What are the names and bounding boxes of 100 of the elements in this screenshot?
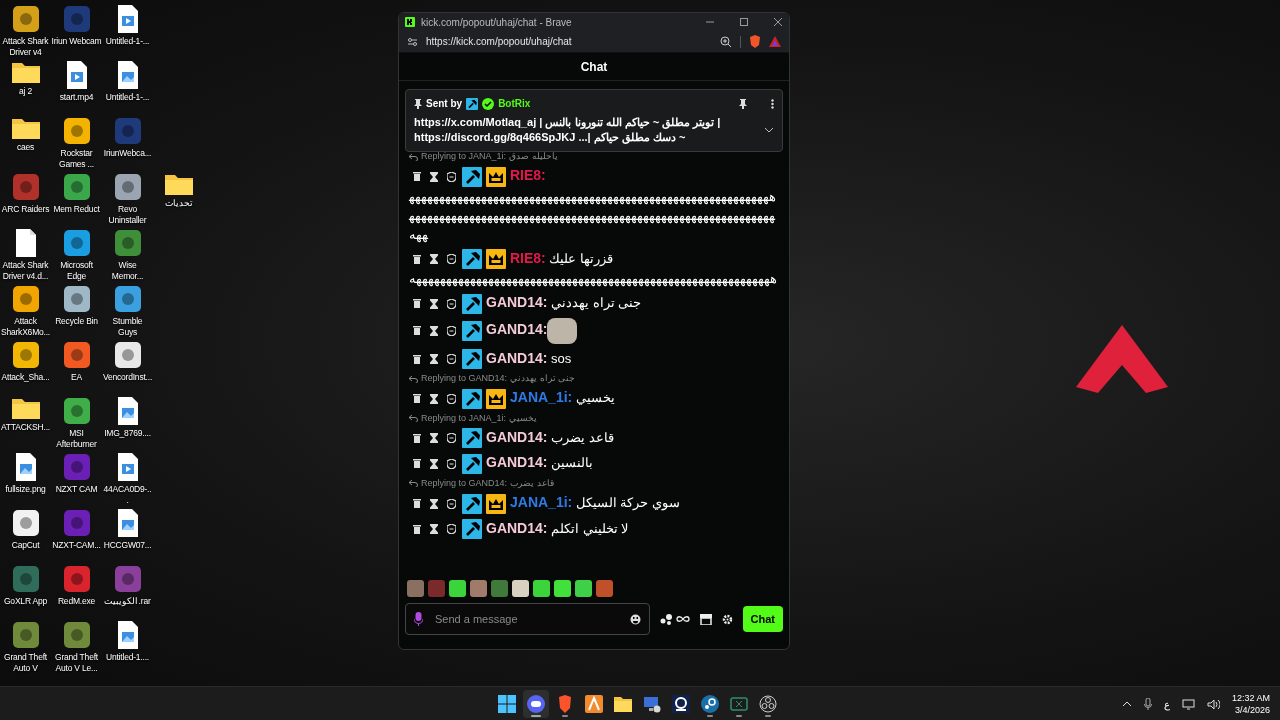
chevron-down-icon[interactable] <box>764 127 774 133</box>
app-icon[interactable] <box>63 118 90 144</box>
send-chat-button[interactable]: Chat <box>742 605 783 633</box>
icon-label[interactable]: caes <box>16 142 35 153</box>
delete-button[interactable] <box>413 172 421 182</box>
clock-time[interactable]: 12:32 AM <box>1231 692 1270 704</box>
shield-icon[interactable] <box>749 35 761 48</box>
delete-button[interactable] <box>413 254 421 264</box>
microphone-icon[interactable] <box>1143 698 1152 710</box>
username[interactable]: JANA_1i: <box>510 493 573 510</box>
volume-icon[interactable] <box>1206 698 1220 710</box>
timeout-button[interactable] <box>430 498 438 509</box>
app-icon[interactable] <box>12 510 39 536</box>
timeout-button[interactable] <box>430 325 438 336</box>
link[interactable]: https://x.com/Motlaq_aj <box>414 116 537 128</box>
timeout-button[interactable] <box>430 354 438 365</box>
app-icon[interactable] <box>63 174 90 200</box>
timeout-button[interactable] <box>430 298 438 309</box>
icon-label[interactable]: Wise Memor... <box>102 260 153 282</box>
link[interactable]: https://discord.gg/8q466SpJKJ <box>414 131 576 143</box>
icon-label[interactable]: HCCGW07... <box>103 540 152 551</box>
icon-label[interactable]: Revo Uninstaller <box>102 204 153 226</box>
icon-label[interactable]: Attack Shark Driver v4 <box>0 36 51 58</box>
icon-label[interactable]: Grand Theft Auto V <box>0 652 51 674</box>
timeout-button[interactable] <box>430 524 438 535</box>
app-icon[interactable] <box>63 286 90 312</box>
clock-date[interactable]: 3/4/2026 <box>1234 704 1270 716</box>
ban-button[interactable] <box>447 171 456 182</box>
app-icon[interactable] <box>12 286 39 312</box>
ban-button[interactable] <box>447 325 456 336</box>
icon-label[interactable]: start.mp4 <box>59 92 94 103</box>
icon-label[interactable]: MSI Afterburner <box>51 428 102 450</box>
timeout-button[interactable] <box>430 254 438 265</box>
timeout-button[interactable] <box>430 393 438 404</box>
icon-label[interactable]: تحديات <box>164 198 193 209</box>
icon-label[interactable]: Untitled-1.... <box>106 652 149 663</box>
delete-button[interactable] <box>413 459 421 469</box>
app-icon[interactable] <box>114 174 141 200</box>
message-box[interactable]: Send a message <box>405 603 650 635</box>
app-icon[interactable] <box>63 398 90 424</box>
icon-label[interactable]: Untitled-1-... <box>105 36 150 47</box>
timeout-button[interactable] <box>430 433 438 444</box>
icon-label[interactable]: Grand Theft Auto V Le... <box>51 652 102 674</box>
infinity-icon[interactable] <box>675 615 690 623</box>
username[interactable]: GAND14: <box>486 428 548 445</box>
taskbar-button[interactable] <box>523 690 549 718</box>
store-icon[interactable] <box>699 613 712 625</box>
username[interactable]: GAND14: <box>486 519 548 536</box>
icon-label[interactable]: GoXLR App <box>3 596 48 607</box>
icon-label[interactable]: fullsize.png <box>5 484 46 495</box>
icon-label[interactable]: aj 2 <box>19 86 32 97</box>
site-settings-icon[interactable] <box>407 36 418 47</box>
delete-button[interactable] <box>413 499 421 508</box>
ban-button[interactable] <box>447 354 456 365</box>
icon-label[interactable]: 44ACA0D9-... <box>102 484 153 506</box>
maximize-icon[interactable] <box>739 17 749 27</box>
emoji-icon[interactable] <box>629 613 641 625</box>
app-icon[interactable] <box>63 230 90 256</box>
ban-button[interactable] <box>447 498 456 509</box>
icon-label[interactable]: Attack Shark Driver v4.d... <box>0 260 51 282</box>
delete-button[interactable] <box>413 524 421 534</box>
message-input[interactable]: Send a message <box>433 609 620 629</box>
dots-icon[interactable] <box>659 613 674 625</box>
delete-button[interactable] <box>413 354 421 364</box>
app-icon[interactable] <box>114 342 141 368</box>
icon-label[interactable]: Attack_Sha... <box>1 372 50 383</box>
timeout-button[interactable] <box>430 171 438 182</box>
icon-label[interactable]: Untitled-1-... <box>105 92 150 103</box>
icon-label[interactable]: ATTACKSH... <box>1 422 50 433</box>
app-icon[interactable] <box>114 286 141 312</box>
ban-button[interactable] <box>447 433 456 444</box>
username[interactable]: GAND14: <box>486 454 548 471</box>
icon-label[interactable]: ARC Raiders <box>1 204 50 215</box>
unpin-icon[interactable] <box>739 98 747 109</box>
triangle-icon[interactable] <box>769 36 781 47</box>
ban-button[interactable] <box>447 458 456 469</box>
icon-label[interactable]: NZXT-CAM... <box>52 540 101 551</box>
ban-button[interactable] <box>447 524 456 535</box>
username[interactable]: GAND14: <box>486 349 548 366</box>
pinned-username[interactable]: BotRix <box>498 96 531 111</box>
username[interactable]: GAND14: <box>486 321 548 338</box>
icon-label[interactable]: Attack SharkX6Mo... <box>0 316 51 338</box>
more-icon[interactable] <box>771 98 774 109</box>
settings-icon[interactable] <box>721 613 733 625</box>
ban-button[interactable] <box>447 254 456 265</box>
username[interactable]: GAND14: <box>486 294 548 311</box>
chevron-up-icon[interactable] <box>1121 701 1132 707</box>
delete-button[interactable] <box>413 433 421 443</box>
language-indicator[interactable]: ع <box>1163 696 1170 712</box>
username[interactable]: RIE8: <box>510 249 546 266</box>
delete-button[interactable] <box>413 299 421 309</box>
zoom-icon[interactable] <box>720 35 732 48</box>
icon-label[interactable]: RedM.exe <box>57 596 96 607</box>
icon-label[interactable]: Microsoft Edge <box>51 260 102 282</box>
network-icon[interactable] <box>1181 698 1195 710</box>
app-icon[interactable] <box>12 6 39 32</box>
icon-label[interactable]: CapCut <box>11 540 40 551</box>
delete-button[interactable] <box>413 326 421 336</box>
icon-label[interactable]: Iriun Webcam <box>51 36 102 47</box>
icon-label[interactable]: IriunWebca... <box>103 148 152 159</box>
